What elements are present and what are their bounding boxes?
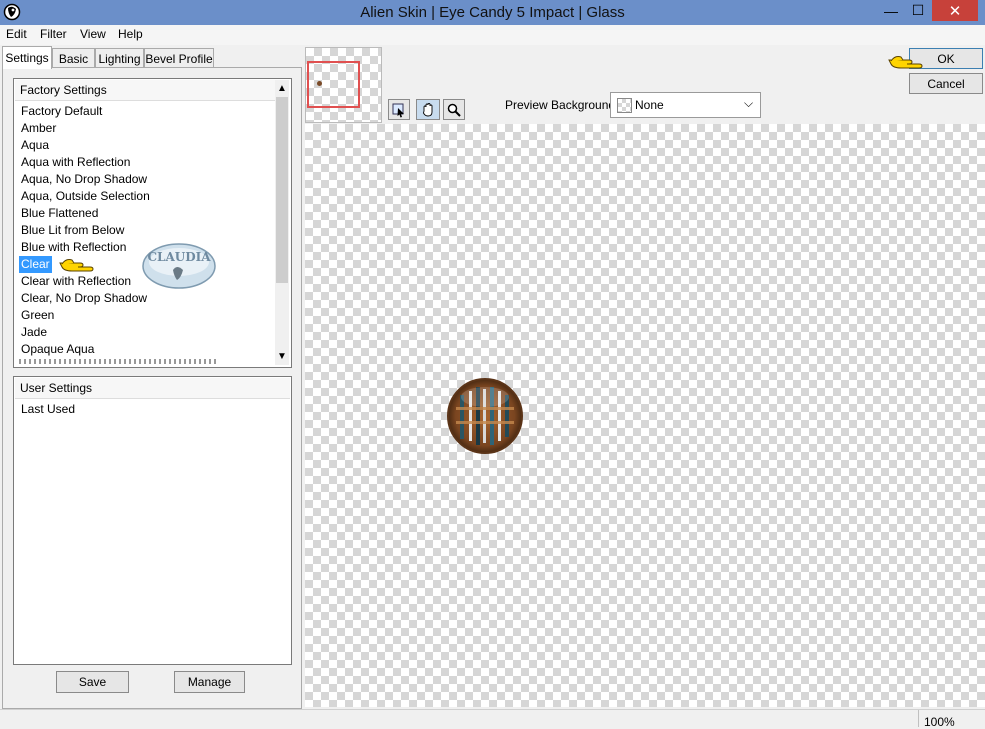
status-divider bbox=[918, 710, 919, 727]
menu-filter[interactable]: Filter bbox=[40, 27, 67, 41]
claudia-watermark-badge: CLAUDIA bbox=[141, 242, 217, 293]
user-settings-list[interactable]: User Settings Last Used bbox=[13, 376, 292, 665]
preview-background-dropdown[interactable]: None ⌵ bbox=[610, 92, 761, 118]
preset-aqua[interactable]: Aqua bbox=[19, 137, 51, 154]
background-swatch-icon bbox=[617, 98, 632, 113]
preset-last-used[interactable]: Last Used bbox=[19, 401, 77, 418]
manage-button[interactable]: Manage bbox=[174, 671, 245, 693]
preset-jade[interactable]: Jade bbox=[19, 324, 49, 341]
chevron-down-icon: ⌵ bbox=[744, 96, 754, 110]
settings-panel: Factory Settings Factory Default Amber A… bbox=[2, 67, 302, 709]
status-bar: 100% bbox=[0, 709, 985, 729]
menu-edit[interactable]: Edit bbox=[6, 27, 27, 41]
navigator-view-frame[interactable] bbox=[307, 61, 360, 108]
factory-settings-list[interactable]: Factory Settings Factory Default Amber A… bbox=[13, 78, 292, 368]
cancel-button[interactable]: Cancel bbox=[909, 73, 983, 94]
preview-canvas[interactable] bbox=[305, 124, 985, 707]
preset-factory-default[interactable]: Factory Default bbox=[19, 103, 104, 120]
partially-visible-preset bbox=[19, 359, 219, 365]
menu-help[interactable]: Help bbox=[118, 27, 143, 41]
preset-blue-flattened[interactable]: Blue Flattened bbox=[19, 205, 100, 222]
save-button[interactable]: Save bbox=[56, 671, 129, 693]
zoom-tool-button[interactable] bbox=[443, 99, 465, 120]
tab-basic[interactable]: Basic bbox=[52, 48, 95, 68]
zoom-level: 100% bbox=[924, 715, 955, 729]
preset-green[interactable]: Green bbox=[19, 307, 56, 324]
glass-effect-preview-object bbox=[446, 377, 524, 458]
watermark-text: CLAUDIA bbox=[147, 250, 211, 264]
preview-select-tool-button[interactable] bbox=[388, 99, 410, 120]
maximize-button[interactable]: ☐ bbox=[905, 0, 931, 21]
preview-background-label: Preview Background: bbox=[505, 98, 619, 112]
pointing-hand-icon bbox=[58, 255, 96, 278]
tab-bevel-profile[interactable]: Bevel Profile bbox=[144, 48, 214, 68]
preset-clear-selected[interactable]: Clear bbox=[19, 256, 52, 273]
magnifier-icon bbox=[447, 103, 461, 117]
pointing-hand-ok-icon bbox=[887, 52, 923, 75]
preset-clear-no-drop-shadow[interactable]: Clear, No Drop Shadow bbox=[19, 290, 149, 307]
factory-settings-scrollbar[interactable]: ▲ ▼ bbox=[275, 80, 289, 365]
close-button[interactable]: ✕ bbox=[932, 0, 978, 21]
menu-view[interactable]: View bbox=[80, 27, 106, 41]
hand-tool-icon bbox=[423, 102, 433, 116]
preset-opaque-aqua[interactable]: Opaque Aqua bbox=[19, 341, 96, 358]
tab-settings[interactable]: Settings bbox=[2, 46, 52, 69]
minimize-button[interactable]: — bbox=[878, 0, 904, 21]
preset-blue-with-reflection[interactable]: Blue with Reflection bbox=[19, 239, 128, 256]
user-settings-header: User Settings bbox=[15, 378, 290, 399]
window-title: Alien Skin | Eye Candy 5 Impact | Glass bbox=[360, 4, 625, 21]
select-tool-icon bbox=[392, 103, 404, 117]
preview-background-value: None bbox=[635, 98, 664, 112]
preset-aqua-with-reflection[interactable]: Aqua with Reflection bbox=[19, 154, 132, 171]
preset-amber[interactable]: Amber bbox=[19, 120, 58, 137]
tab-lighting[interactable]: Lighting bbox=[95, 48, 144, 68]
navigator-thumbnail[interactable] bbox=[305, 47, 382, 123]
scroll-up-arrow-icon[interactable]: ▲ bbox=[275, 80, 289, 96]
factory-settings-header: Factory Settings bbox=[15, 80, 275, 101]
pan-tool-button[interactable] bbox=[416, 99, 440, 120]
preset-aqua-outside-selection[interactable]: Aqua, Outside Selection bbox=[19, 188, 152, 205]
menu-bar: Edit Filter View Help bbox=[0, 25, 985, 45]
navigator-object-dot bbox=[317, 81, 322, 86]
preset-aqua-no-drop-shadow[interactable]: Aqua, No Drop Shadow bbox=[19, 171, 149, 188]
scroll-thumb[interactable] bbox=[276, 97, 288, 283]
scroll-down-arrow-icon[interactable]: ▼ bbox=[275, 348, 289, 364]
preset-blue-lit-from-below[interactable]: Blue Lit from Below bbox=[19, 222, 126, 239]
